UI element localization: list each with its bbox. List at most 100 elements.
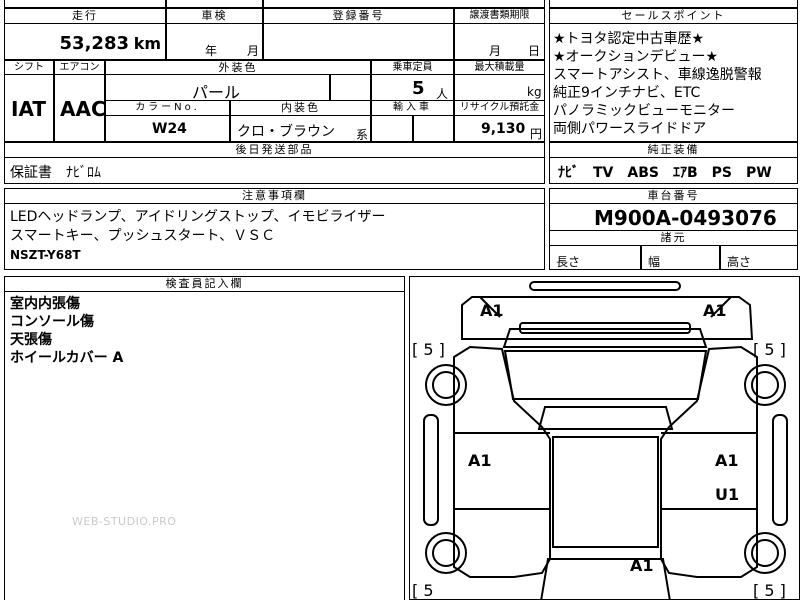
import-header: 輸入車 bbox=[371, 100, 454, 116]
inspector-notes-header: 検査員記入欄 bbox=[4, 276, 405, 292]
sales-point-line: 両側パワースライドドア bbox=[553, 121, 707, 137]
car-outline-drawing bbox=[423, 281, 788, 599]
later-parts-cell: 保証書 ﾅﾋﾞﾛﾑ bbox=[4, 157, 545, 184]
mileage-unit: km bbox=[133, 34, 161, 53]
later-parts-header: 後日発送部品 bbox=[4, 142, 545, 158]
inspection-cell: 年 月 bbox=[166, 23, 263, 60]
inspection-header: 車検 bbox=[166, 8, 263, 24]
registration-cell bbox=[263, 23, 454, 60]
notes-line: NSZT-Y68T bbox=[10, 248, 81, 262]
dimension-width-cell: 幅 bbox=[641, 245, 720, 270]
dimension-height-label: 高さ bbox=[727, 255, 752, 269]
aircon-cell: AAC bbox=[54, 74, 105, 142]
notes-header: 注意事項欄 bbox=[4, 188, 545, 204]
max-load-cell: kg bbox=[454, 74, 545, 101]
sales-point-line: ★トヨタ認定中古車歴★ bbox=[553, 31, 705, 47]
inspection-year-label: 年 bbox=[205, 44, 218, 58]
top-strip-mid bbox=[166, 0, 263, 8]
mileage-header: 走行 bbox=[4, 8, 166, 24]
genuine-equipment-header: 純正装備 bbox=[549, 142, 798, 158]
exterior-color-header: 外装色 bbox=[105, 60, 371, 75]
sales-point-line: 純正9インチナビ、ETC bbox=[553, 85, 701, 101]
shift-value: IAT bbox=[11, 97, 47, 121]
recycle-cell: 9,130 円 bbox=[454, 115, 545, 142]
aircon-value: AAC bbox=[60, 97, 105, 121]
dimension-height-cell: 高さ bbox=[720, 245, 798, 270]
watermark: WEB-STUDIO.PRO bbox=[72, 515, 177, 528]
damage-mark-right-rear-door: U1 bbox=[715, 485, 740, 504]
color-no-header: カラーNo. bbox=[105, 100, 230, 116]
inspector-note-line: コンソール傷 bbox=[10, 314, 94, 330]
capacity-cell: 5 人 bbox=[371, 74, 454, 101]
sales-point-header: セールスポイント bbox=[549, 8, 798, 24]
damage-mark-front-right: A1 bbox=[703, 301, 727, 320]
notes-line: スマートキー、プッシュスタート、ＶＳＣ bbox=[10, 228, 276, 244]
right-body bbox=[660, 345, 758, 578]
sales-points-box: ★トヨタ認定中古車歴★ ★オークションデビュー★ スマートアシスト、車線逸脱警報… bbox=[549, 23, 798, 142]
color-no-cell: W24 bbox=[105, 115, 230, 142]
max-load-header: 最大積載量 bbox=[454, 60, 545, 75]
color-no-value: W24 bbox=[152, 121, 187, 137]
shift-cell: IAT bbox=[4, 74, 54, 142]
left-skirt bbox=[423, 414, 439, 526]
roof bbox=[552, 436, 659, 548]
transfer-month-label: 月 bbox=[489, 44, 502, 58]
inspector-note-line: ホイールカバー A bbox=[10, 350, 124, 366]
notes-box: LEDヘッドランプ、アイドリングストップ、イモビライザー スマートキー、プッシュ… bbox=[4, 203, 545, 270]
damage-mark-front-left: A1 bbox=[480, 301, 504, 320]
damage-mark-rear: A1 bbox=[630, 556, 654, 575]
windshield bbox=[503, 350, 708, 400]
recycle-unit: 円 bbox=[530, 127, 543, 141]
notes-line: LEDヘッドランプ、アイドリングストップ、イモビライザー bbox=[10, 209, 386, 225]
chassis-no-value: M900A-0493076 bbox=[594, 206, 777, 230]
exterior-color-value: パール bbox=[192, 83, 241, 101]
transfer-day-label: 日 bbox=[528, 44, 541, 58]
tire-mark-rear-right: [ 5 ] bbox=[753, 581, 786, 600]
right-skirt bbox=[772, 414, 788, 526]
car-diagram: A1 A1 A1 A1 U1 A1 [ 5 ] [ 5 ] [ 5 [ 5 ] bbox=[409, 276, 800, 600]
mileage-cell: 53,283 km bbox=[4, 23, 166, 60]
inspection-month-label: 月 bbox=[247, 44, 260, 58]
sales-point-line: パノラミックビューモニター bbox=[553, 103, 735, 119]
interior-color-value: クロ・ブラウン bbox=[237, 124, 335, 140]
tire-mark-front-left: [ 5 ] bbox=[412, 340, 445, 359]
genuine-equipment-value: ﾅﾋﾞ TV ABS ｴｱB PS PW bbox=[558, 165, 772, 181]
dimension-length-label: 長さ bbox=[556, 255, 581, 269]
aircon-header: エアコン bbox=[54, 60, 105, 75]
top-strip-left bbox=[4, 0, 166, 8]
damage-mark-right-door: A1 bbox=[715, 451, 739, 470]
registration-header: 登録番号 bbox=[263, 8, 454, 24]
dimensions-header: 諸元 bbox=[549, 230, 798, 246]
inspector-note-line: 天張傷 bbox=[10, 332, 52, 348]
import-cell-right bbox=[413, 115, 454, 142]
shift-header: シフト bbox=[4, 60, 54, 75]
interior-color-header: 内装色 bbox=[230, 100, 371, 116]
sales-point-line: スマートアシスト、車線逸脱警報 bbox=[553, 67, 762, 83]
mileage-value: 53,283 bbox=[59, 33, 129, 54]
interior-color-suffix: 系 bbox=[356, 128, 369, 142]
exterior-color-cell: パール bbox=[105, 74, 330, 101]
dimension-width-label: 幅 bbox=[648, 255, 661, 269]
genuine-equipment-cell: ﾅﾋﾞ TV ABS ｴｱB PS PW bbox=[549, 157, 798, 184]
capacity-value: 5 bbox=[412, 78, 425, 99]
recycle-header: リサイクル預託金 bbox=[454, 100, 545, 116]
capacity-header: 乗車定員 bbox=[371, 60, 454, 75]
tire-mark-front-right: [ 5 ] bbox=[753, 340, 786, 359]
exterior-color-extra-cell bbox=[330, 74, 371, 101]
dimension-length-cell: 長さ bbox=[549, 245, 641, 270]
chassis-no-cell: M900A-0493076 bbox=[549, 203, 798, 231]
roof-front bbox=[537, 406, 674, 430]
interior-color-cell: クロ・ブラウン 系 bbox=[230, 115, 371, 142]
sales-point-line: ★オークションデビュー★ bbox=[553, 49, 719, 65]
inspector-notes-box: 室内内張傷 コンソール傷 天張傷 ホイールカバー A bbox=[4, 291, 405, 600]
max-load-unit: kg bbox=[527, 85, 542, 99]
damage-mark-left-door: A1 bbox=[468, 451, 492, 470]
transfer-deadline-cell: 月 日 bbox=[454, 23, 545, 60]
inspector-note-line: 室内内張傷 bbox=[10, 296, 80, 312]
transfer-deadline-header: 譲渡書類期限 bbox=[454, 8, 545, 24]
top-strip-right bbox=[263, 0, 545, 8]
import-cell-left bbox=[371, 115, 413, 142]
tire-mark-rear-left: [ 5 bbox=[412, 581, 434, 600]
top-strip-far bbox=[549, 0, 798, 8]
front-bumper bbox=[529, 281, 681, 291]
